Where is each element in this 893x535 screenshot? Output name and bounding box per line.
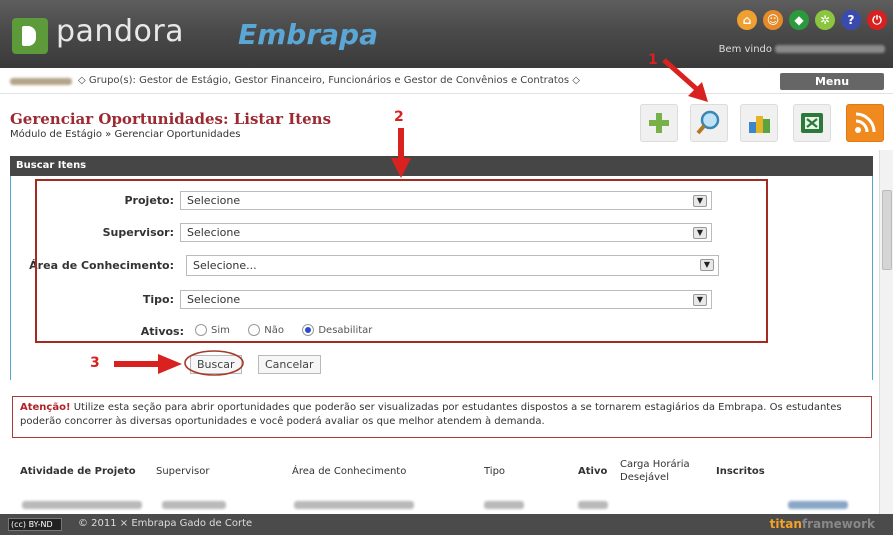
settings-icon[interactable]: ✲ [815, 10, 835, 30]
chart-cubes-icon [749, 116, 770, 133]
app-name: pandora [56, 14, 185, 49]
col-supervisor[interactable]: Supervisor [156, 466, 209, 477]
language-icon[interactable]: ◆ [789, 10, 809, 30]
col-inscritos[interactable]: Inscritos [716, 466, 765, 477]
notice-text: Utilize esta seção para abrir oportunida… [20, 402, 842, 427]
annotation-arrow-1 [662, 58, 708, 102]
user-name-blurred [10, 78, 72, 85]
cell-supervisor [162, 501, 226, 509]
top-icon-bar: ⌂ ☺ ◆ ✲ ? ⏻ [737, 10, 887, 30]
annotation-number-1: 1 [648, 52, 658, 68]
search-section-header: Buscar Itens [10, 156, 873, 176]
col-ativo[interactable]: Ativo [578, 466, 607, 477]
magnifier-icon [696, 110, 720, 135]
col-tipo[interactable]: Tipo [484, 466, 505, 477]
report-button[interactable] [740, 104, 778, 142]
page-scrollbar[interactable] [879, 150, 893, 514]
annotation-ellipse-search [184, 350, 244, 376]
copyright-text: © 2011 × Embrapa Gado de Corte [78, 518, 253, 529]
notice-strong: Atenção! [20, 402, 71, 413]
cell-tipo [484, 501, 524, 509]
scrollbar-thumb[interactable] [882, 190, 892, 270]
cell-ativo [578, 501, 608, 509]
cell-area [294, 501, 414, 509]
annotation-arrow-2 [391, 128, 411, 178]
cancel-button[interactable]: Cancelar [258, 355, 321, 374]
groups-bar: ◇ Grupo(s): Gestor de Estágio, Gestor Fi… [0, 68, 893, 94]
groups-text: ◇ Grupo(s): Gestor de Estágio, Gestor Fi… [78, 75, 581, 86]
attention-notice: Atenção! Utilize esta seção para abrir o… [12, 396, 872, 438]
menu-button[interactable]: Menu [780, 73, 884, 90]
export-excel-button[interactable] [793, 104, 831, 142]
table-row[interactable] [12, 496, 872, 514]
footer: (cc) BY-ND © 2011 × Embrapa Gado de Cort… [0, 514, 893, 535]
app-header: pandora Embrapa ⌂ ☺ ◆ ✲ ? ⏻ Bem vindo [0, 0, 893, 68]
rss-button[interactable] [846, 104, 884, 142]
logout-icon[interactable]: ⏻ [867, 10, 887, 30]
excel-icon [801, 113, 823, 133]
page-title: Gerenciar Oportunidades: Listar Itens [10, 110, 332, 128]
user-icon[interactable]: ☺ [763, 10, 783, 30]
titan-framework-logo: titanframework [769, 517, 875, 531]
col-carga[interactable]: Carga Horária Desejável [620, 458, 702, 484]
annotation-box-fields [35, 179, 768, 343]
plus-icon [649, 113, 669, 133]
cc-license-badge[interactable]: (cc) BY-ND [8, 518, 62, 531]
breadcrumb[interactable]: Módulo de Estágio » Gerenciar Oportunida… [10, 129, 240, 140]
embrapa-logo: Embrapa [238, 18, 378, 51]
pandora-logo-icon [12, 18, 48, 54]
row-action-icons[interactable] [788, 501, 848, 509]
home-icon[interactable]: ⌂ [737, 10, 757, 30]
add-item-button[interactable] [640, 104, 678, 142]
annotation-arrow-3 [114, 354, 182, 374]
annotation-number-2: 2 [394, 109, 404, 125]
cell-atividade [22, 501, 142, 509]
annotation-number-3: 3 [90, 355, 100, 371]
results-table-header: Atividade de Projeto Supervisor Área de … [12, 452, 872, 492]
search-button[interactable] [690, 104, 728, 142]
col-area[interactable]: Área de Conhecimento [292, 466, 406, 477]
welcome-text: Bem vindo [719, 44, 885, 55]
rss-icon [855, 112, 876, 133]
col-atividade[interactable]: Atividade de Projeto [20, 466, 136, 477]
help-icon[interactable]: ? [841, 10, 861, 30]
